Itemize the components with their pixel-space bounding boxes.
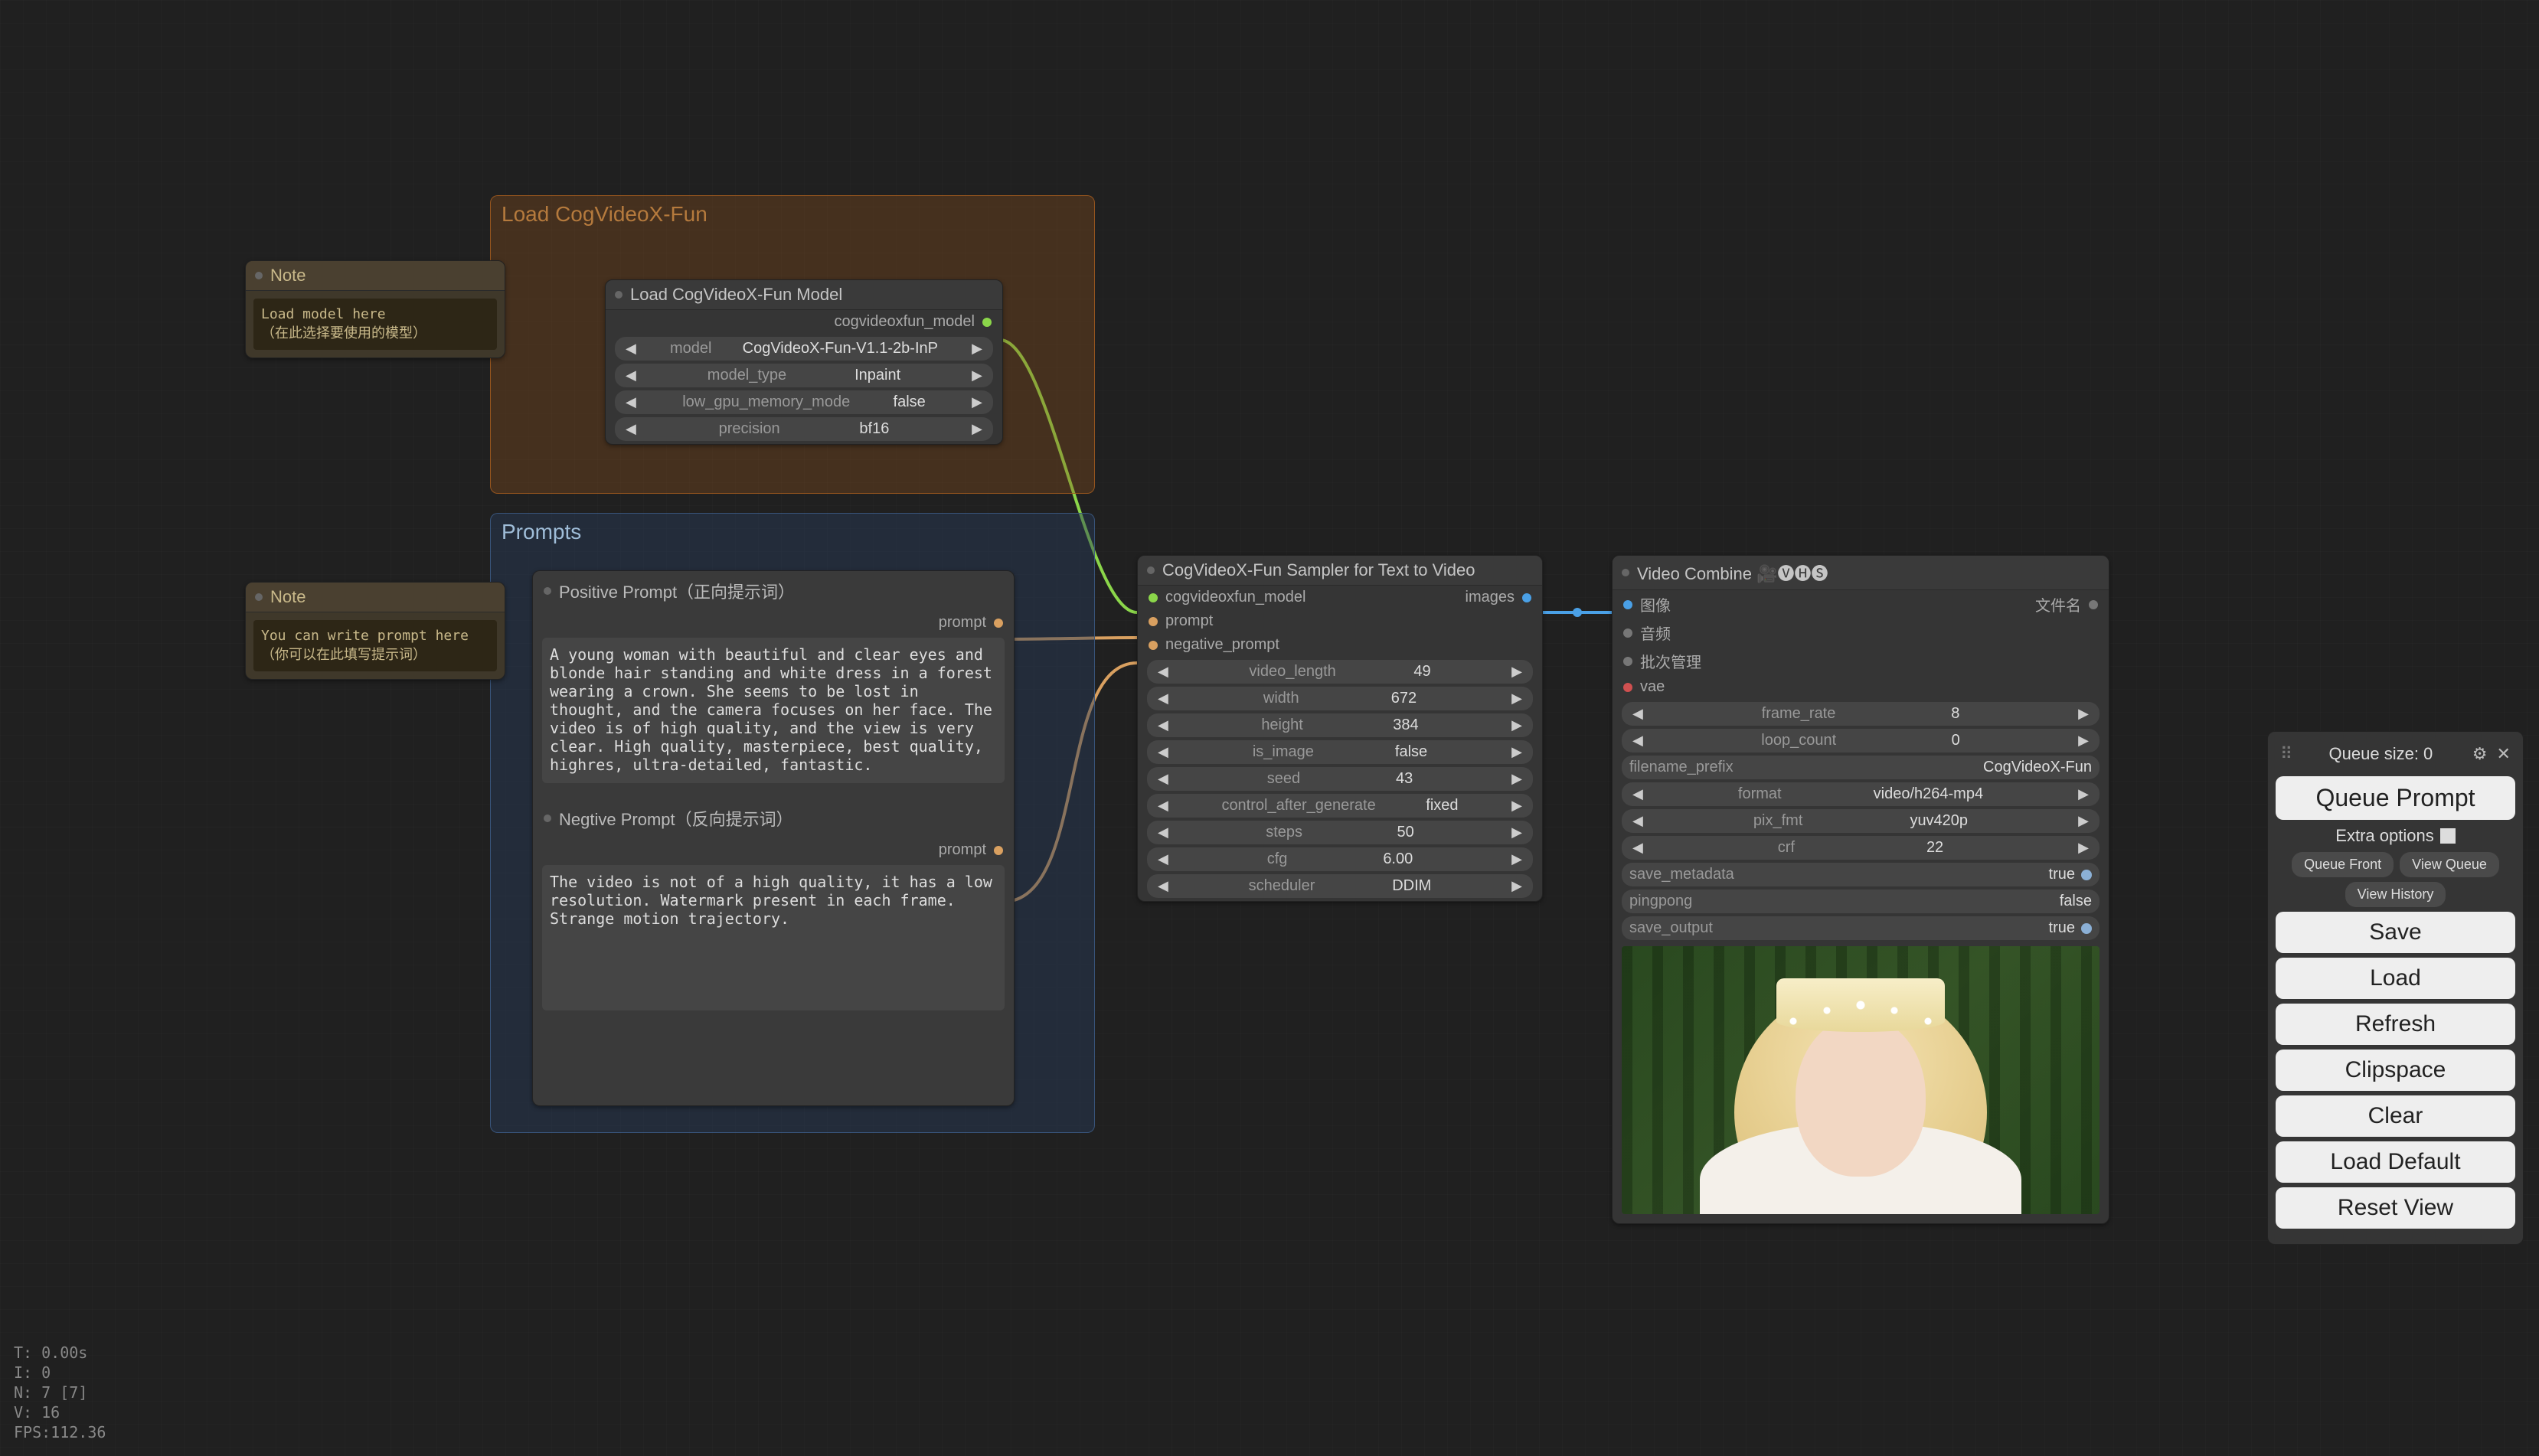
node-collapse-icon[interactable]	[615, 291, 622, 299]
node-collapse-icon[interactable]	[1622, 569, 1629, 576]
param-steps[interactable]: ◀steps50▶	[1147, 821, 1533, 844]
extra-options-checkbox[interactable]	[2440, 828, 2456, 844]
out-negative-prompt-label: prompt	[939, 841, 986, 859]
out-positive-prompt-port[interactable]	[994, 619, 1003, 628]
group-load-title: Load CogVideoX-Fun	[491, 196, 1094, 233]
reset-view-button[interactable]: Reset View	[2276, 1187, 2515, 1229]
param-loop-count[interactable]: ◀loop_count0▶	[1622, 729, 2099, 752]
in-vae-label: vae	[1640, 678, 1665, 696]
in-prompt-port[interactable]	[1149, 617, 1158, 626]
in-batch-port[interactable]	[1623, 657, 1632, 666]
close-icon[interactable]: ✕	[2497, 744, 2511, 763]
note2-body[interactable]: You can write prompt here （你可以在此填写提示词）	[253, 620, 497, 671]
out-cogvideoxfun-model-port[interactable]	[982, 318, 992, 327]
param-save-metadata[interactable]: save_metadatatrue	[1622, 863, 2099, 886]
node-load-cogvideox-fun-model[interactable]: Load CogVideoX-Fun Model cogvideoxfun_mo…	[605, 279, 1003, 445]
out-negative-prompt-port[interactable]	[994, 846, 1003, 855]
in-audio-label: 音频	[1640, 622, 1671, 644]
in-vae-port[interactable]	[1623, 683, 1632, 692]
param-low-gpu-memory-mode[interactable]: ◀low_gpu_memory_modefalse▶	[615, 390, 993, 414]
in-image-label: 图像	[1640, 593, 1671, 615]
param-video-length[interactable]: ◀video_length49▶	[1147, 660, 1533, 684]
param-cfg[interactable]: ◀cfg6.00▶	[1147, 847, 1533, 871]
stat-i: I: 0	[14, 1363, 106, 1383]
out-positive-prompt-label: prompt	[939, 614, 986, 632]
perf-stats: T: 0.00s I: 0 N: 7 [7] V: 16 FPS:112.36	[14, 1343, 106, 1442]
out-file-port[interactable]	[2089, 600, 2098, 609]
view-queue-button[interactable]: View Queue	[2400, 852, 2499, 877]
out-file-label: 文件名	[2035, 593, 2081, 615]
param-crf[interactable]: ◀crf22▶	[1622, 836, 2099, 860]
note2-title: Note	[270, 587, 306, 607]
save-button[interactable]: Save	[2276, 912, 2515, 953]
load-model-title: Load CogVideoX-Fun Model	[630, 285, 842, 305]
queue-front-button[interactable]: Queue Front	[2292, 852, 2394, 877]
sampler-title: CogVideoX-Fun Sampler for Text to Video	[1162, 560, 1475, 580]
note1-body[interactable]: Load model here （在此选择要使用的模型）	[253, 299, 497, 350]
in-negative-prompt-label: negative_prompt	[1165, 636, 1279, 654]
param-width[interactable]: ◀width672▶	[1147, 687, 1533, 710]
node-collapse-icon[interactable]	[544, 815, 551, 822]
positive-prompt-title: Positive Prompt（正向提示词）	[559, 579, 795, 603]
negative-prompt-textbox[interactable]: The video is not of a high quality, it h…	[542, 865, 1005, 1010]
load-button[interactable]: Load	[2276, 958, 2515, 999]
param-model[interactable]: ◀modelCogVideoX-Fun-V1.1-2b-InP▶	[615, 337, 993, 361]
param-save-output[interactable]: save_outputtrue	[1622, 916, 2099, 940]
in-audio-port[interactable]	[1623, 628, 1632, 638]
queue-prompt-button[interactable]: Queue Prompt	[2276, 776, 2515, 820]
param-control-after-generate[interactable]: ◀control_after_generatefixed▶	[1147, 794, 1533, 818]
refresh-button[interactable]: Refresh	[2276, 1004, 2515, 1045]
out-images-port[interactable]	[1522, 593, 1531, 602]
load-default-button[interactable]: Load Default	[2276, 1141, 2515, 1183]
group-prompts-title: Prompts	[491, 514, 1094, 550]
param-precision[interactable]: ◀precisionbf16▶	[615, 417, 993, 441]
in-cogvideoxfun-model-port[interactable]	[1149, 593, 1158, 602]
param-filename-prefix[interactable]: filename_prefixCogVideoX-Fun	[1622, 756, 2099, 779]
control-panel[interactable]: ⠿ Queue size: 0 ⚙ ✕ Queue Prompt Extra o…	[2267, 731, 2524, 1245]
node-video-combine[interactable]: Video Combine 🎥🅥🅗🅢 图像 文件名 音频 批次管理 vae ◀f…	[1612, 555, 2109, 1224]
stat-v: V: 16	[14, 1402, 106, 1422]
param-seed[interactable]: ◀seed43▶	[1147, 767, 1533, 791]
stat-fps: FPS:112.36	[14, 1422, 106, 1442]
extra-options-label: Extra options	[2335, 826, 2433, 846]
out-images-label: images	[1466, 589, 1515, 606]
clear-button[interactable]: Clear	[2276, 1095, 2515, 1137]
in-prompt-label: prompt	[1165, 612, 1213, 630]
node-cogvideox-fun-sampler[interactable]: CogVideoX-Fun Sampler for Text to Video …	[1137, 555, 1543, 902]
node-collapse-icon[interactable]	[255, 593, 263, 601]
note-prompt[interactable]: Note You can write prompt here （你可以在此填写提…	[245, 582, 505, 680]
stat-t: T: 0.00s	[14, 1343, 106, 1363]
param-height[interactable]: ◀height384▶	[1147, 713, 1533, 737]
node-collapse-icon[interactable]	[544, 587, 551, 595]
clipspace-button[interactable]: Clipspace	[2276, 1050, 2515, 1091]
param-scheduler[interactable]: ◀schedulerDDIM▶	[1147, 874, 1533, 898]
note1-title: Note	[270, 266, 306, 286]
out-cogvideoxfun-model-label: cogvideoxfun_model	[835, 313, 975, 331]
param-model-type[interactable]: ◀model_typeInpaint▶	[615, 364, 993, 387]
param-pix-fmt[interactable]: ◀pix_fmtyuv420p▶	[1622, 809, 2099, 833]
param-is-image[interactable]: ◀is_imagefalse▶	[1147, 740, 1533, 764]
param-format[interactable]: ◀formatvideo/h264-mp4▶	[1622, 782, 2099, 806]
node-prompts[interactable]: Positive Prompt（正向提示词） prompt A young wo…	[532, 570, 1015, 1106]
combine-title: Video Combine 🎥🅥🅗🅢	[1637, 560, 1828, 585]
drag-handle-icon[interactable]: ⠿	[2280, 744, 2294, 764]
in-image-port[interactable]	[1623, 600, 1632, 609]
param-frame-rate[interactable]: ◀frame_rate8▶	[1622, 702, 2099, 726]
note-load-model[interactable]: Note Load model here （在此选择要使用的模型）	[245, 260, 505, 358]
positive-prompt-textbox[interactable]: A young woman with beautiful and clear e…	[542, 638, 1005, 783]
param-pingpong[interactable]: pingpongfalse	[1622, 890, 2099, 913]
in-batch-label: 批次管理	[1640, 650, 1701, 672]
in-cogvideoxfun-model-label: cogvideoxfun_model	[1165, 589, 1305, 606]
node-collapse-icon[interactable]	[255, 272, 263, 279]
queue-size-label: Queue size: 0	[2329, 744, 2433, 764]
video-preview[interactable]	[1622, 946, 2099, 1214]
negative-prompt-title: Negtive Prompt（反向提示词）	[559, 806, 793, 831]
node-collapse-icon[interactable]	[1147, 566, 1155, 574]
in-negative-prompt-port[interactable]	[1149, 641, 1158, 650]
stat-n: N: 7 [7]	[14, 1383, 106, 1402]
view-history-button[interactable]: View History	[2345, 882, 2446, 907]
settings-icon[interactable]: ⚙	[2472, 744, 2488, 763]
